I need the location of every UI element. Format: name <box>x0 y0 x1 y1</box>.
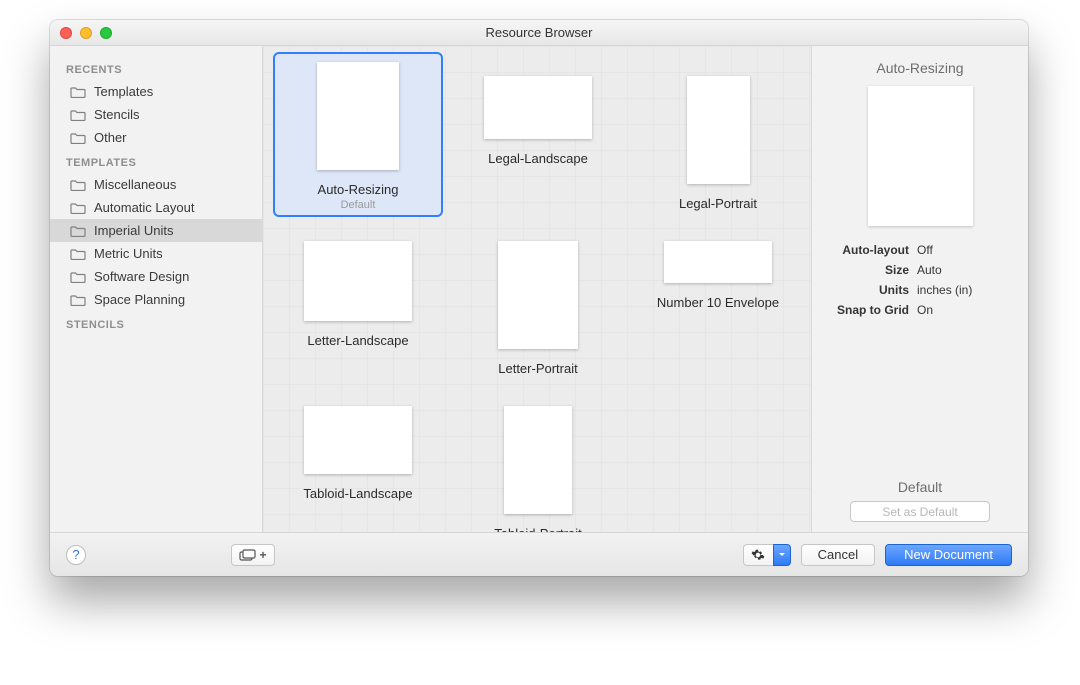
sidebar-item[interactable]: Stencils <box>50 103 262 126</box>
folder-stack-icon <box>239 549 257 561</box>
sidebar-item[interactable]: Metric Units <box>50 242 262 265</box>
info-value: Off <box>917 243 933 257</box>
folder-icon <box>70 86 86 98</box>
template-label: Legal-Portrait <box>679 196 757 211</box>
sidebar-heading: STENCILS <box>50 311 262 335</box>
template-label: Letter-Portrait <box>498 361 577 376</box>
info-row: Auto-layout Off <box>824 240 1016 260</box>
window-body: RECENTS Templates Stencils Other TEMPLATES Mi… <box>50 46 1028 532</box>
gear-button[interactable] <box>743 544 773 566</box>
chevron-down-icon <box>778 551 786 559</box>
new-document-button[interactable]: New Document <box>885 544 1012 566</box>
folder-icon <box>70 109 86 121</box>
info-title: Auto-Resizing <box>824 60 1016 76</box>
template-item[interactable]: Tabloid-Portrait <box>453 382 623 532</box>
template-sublabel: Default <box>341 199 376 211</box>
template-thumbnail <box>304 406 412 474</box>
cancel-button[interactable]: Cancel <box>801 544 875 566</box>
folder-icon <box>70 294 86 306</box>
template-thumbnail <box>687 76 750 184</box>
folder-icon <box>70 179 86 191</box>
info-key: Auto-layout <box>824 243 909 257</box>
sidebar-item-label: Other <box>94 130 127 145</box>
action-menu-dropdown[interactable] <box>773 544 791 566</box>
info-key: Units <box>824 283 909 297</box>
titlebar: Resource Browser <box>50 20 1028 46</box>
template-label: Letter-Landscape <box>307 333 408 348</box>
folder-icon <box>70 248 86 260</box>
sidebar-item[interactable]: Automatic Layout <box>50 196 262 219</box>
sidebar-heading: TEMPLATES <box>50 149 262 173</box>
template-thumbnail <box>498 241 578 349</box>
info-value: inches (in) <box>917 283 972 297</box>
template-label: Tabloid-Portrait <box>494 526 581 532</box>
resource-browser-window: Resource Browser RECENTS Templates Stencil… <box>50 20 1028 576</box>
help-button[interactable]: ? <box>66 545 86 565</box>
template-thumbnail <box>304 241 412 321</box>
info-value: Auto <box>917 263 942 277</box>
template-item[interactable]: Legal-Landscape <box>453 52 623 217</box>
template-grid[interactable]: Auto-Resizing Default Legal-Landscape Legal… <box>263 46 811 532</box>
info-row: Snap to Grid On <box>824 300 1016 320</box>
sidebar-item-label: Space Planning <box>94 292 185 307</box>
template-label: Number 10 Envelope <box>657 295 779 310</box>
sidebar-item-label: Automatic Layout <box>94 200 194 215</box>
sidebar-item[interactable]: Other <box>50 126 262 149</box>
sidebar-item[interactable]: Space Planning <box>50 288 262 311</box>
info-key: Snap to Grid <box>824 303 909 317</box>
template-label: Tabloid-Landscape <box>303 486 412 501</box>
gear-icon <box>751 548 765 562</box>
info-value: On <box>917 303 933 317</box>
folder-icon <box>70 225 86 237</box>
template-label: Auto-Resizing <box>318 182 399 197</box>
set-as-default-button[interactable]: Set as Default <box>850 501 990 522</box>
sidebar-item-label: Miscellaneous <box>94 177 176 192</box>
plus-icon: + <box>259 548 266 562</box>
folder-icon <box>70 271 86 283</box>
sidebar-item-label: Stencils <box>94 107 140 122</box>
template-item[interactable]: Letter-Portrait <box>453 217 623 382</box>
sidebar-item-label: Imperial Units <box>94 223 173 238</box>
sidebar-item[interactable]: Software Design <box>50 265 262 288</box>
template-item[interactable]: Number 10 Envelope <box>633 217 803 382</box>
template-thumbnail <box>484 76 592 139</box>
default-label: Default <box>824 479 1016 495</box>
template-label: Legal-Landscape <box>488 151 588 166</box>
sidebar-item-label: Metric Units <box>94 246 163 261</box>
folder-icon <box>70 132 86 144</box>
window-title: Resource Browser <box>50 25 1028 40</box>
sidebar-item-label: Software Design <box>94 269 189 284</box>
template-item[interactable]: Tabloid-Landscape <box>273 382 443 532</box>
action-menu[interactable] <box>743 544 791 566</box>
sidebar-item[interactable]: Miscellaneous <box>50 173 262 196</box>
info-row: Units inches (in) <box>824 280 1016 300</box>
template-thumbnail <box>664 241 772 283</box>
sidebar-item[interactable]: Imperial Units <box>50 219 262 242</box>
template-thumbnail <box>504 406 572 514</box>
add-template-button[interactable]: + <box>231 544 275 566</box>
sidebar-item[interactable]: Templates <box>50 80 262 103</box>
template-thumbnail <box>317 62 399 170</box>
template-item[interactable]: Legal-Portrait <box>633 52 803 217</box>
info-panel: Auto-Resizing Auto-layout Off Size Auto Unit… <box>811 46 1028 532</box>
info-row: Size Auto <box>824 260 1016 280</box>
template-preview <box>868 86 973 226</box>
sidebar-item-label: Templates <box>94 84 153 99</box>
info-key: Size <box>824 263 909 277</box>
sidebar: RECENTS Templates Stencils Other TEMPLATES Mi… <box>50 46 263 532</box>
sidebar-heading: RECENTS <box>50 56 262 80</box>
footer-toolbar: ? + Cancel New Document <box>50 532 1028 576</box>
template-item[interactable]: Auto-Resizing Default <box>273 52 443 217</box>
folder-icon <box>70 202 86 214</box>
template-item[interactable]: Letter-Landscape <box>273 217 443 382</box>
